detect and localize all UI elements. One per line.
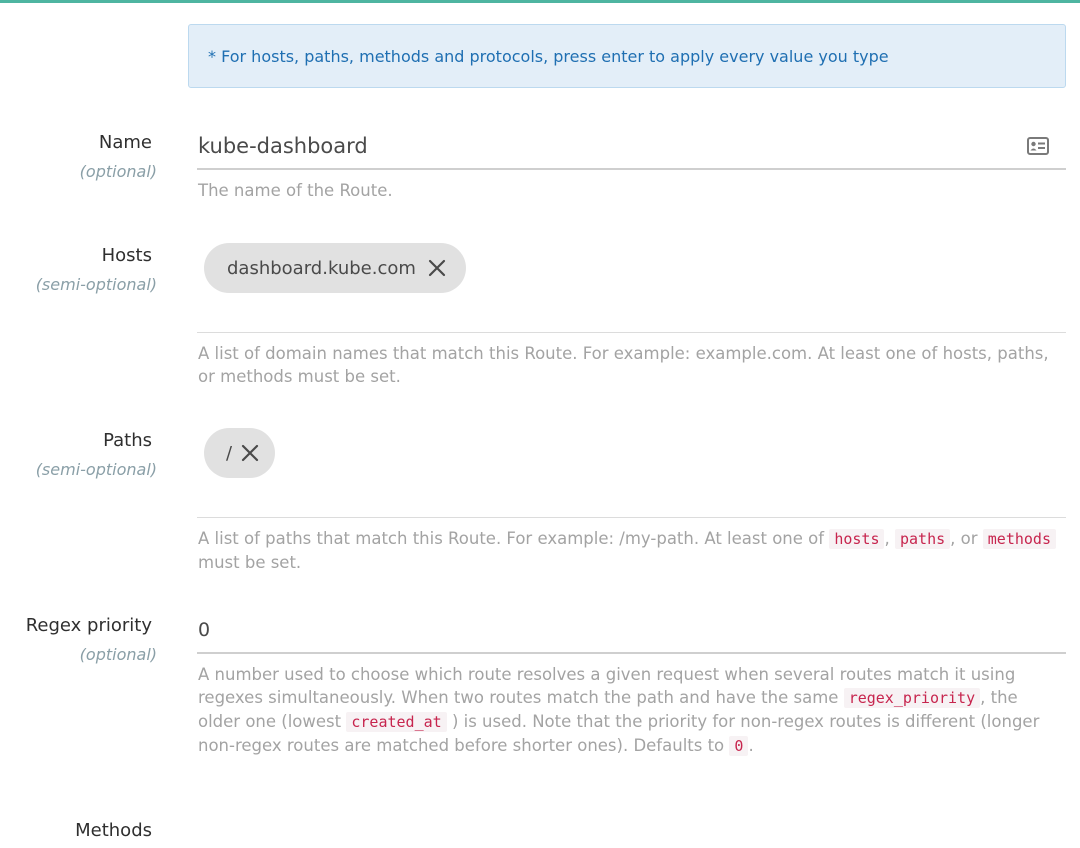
regex-priority-input-underline [197, 652, 1066, 654]
name-help-text: The name of the Route. [198, 181, 393, 200]
hosts-label: Hosts [101, 245, 152, 266]
paths-help-sep: , or [950, 529, 978, 548]
code-created-at: created_at [346, 712, 447, 732]
hosts-help-text: A list of domain names that match this R… [198, 344, 1049, 386]
paths-help-text: A list of paths that match this Route. F… [198, 527, 1058, 574]
name-optional-label: (optional) [79, 162, 157, 181]
code-methods: methods [982, 529, 1056, 549]
paths-semi-optional-label: (semi-optional) [35, 460, 157, 479]
path-chip-label: / [226, 442, 233, 464]
paths-label: Paths [103, 430, 152, 451]
code-regex-priority: regex_priority [843, 688, 981, 708]
methods-label: Methods [75, 820, 152, 841]
hosts-input-underline [197, 332, 1066, 333]
code-hosts: hosts [829, 529, 885, 549]
path-chip: / [204, 428, 275, 478]
code-zero: 0 [729, 736, 749, 756]
remove-host-icon[interactable] [428, 259, 446, 277]
paths-help-sep: , [884, 529, 890, 548]
info-alert: * For hosts, paths, methods and protocol… [188, 24, 1066, 88]
host-chip-label: dashboard.kube.com [227, 257, 416, 279]
code-paths: paths [894, 529, 951, 549]
name-label: Name [98, 132, 152, 153]
host-chip: dashboard.kube.com [204, 243, 466, 293]
paths-input-underline [197, 517, 1066, 518]
info-alert-text: * For hosts, paths, methods and protocol… [208, 46, 889, 66]
paths-help-part: A list of paths that match this Route. F… [198, 529, 825, 548]
regex-priority-input[interactable]: 0 [198, 619, 210, 641]
id-card-icon [1027, 137, 1049, 159]
regex-priority-help-text: A number used to choose which route reso… [198, 663, 1063, 758]
regex-priority-label: Regex priority [25, 615, 152, 636]
hosts-semi-optional-label: (semi-optional) [35, 275, 157, 294]
regex-help-part: . [748, 736, 754, 755]
top-accent-line [0, 0, 1080, 3]
remove-path-icon[interactable] [241, 444, 259, 462]
regex-priority-optional-label: (optional) [79, 645, 157, 664]
name-input[interactable]: kube-dashboard [198, 134, 368, 158]
name-input-underline [197, 168, 1066, 170]
paths-help-part: must be set. [198, 553, 302, 572]
